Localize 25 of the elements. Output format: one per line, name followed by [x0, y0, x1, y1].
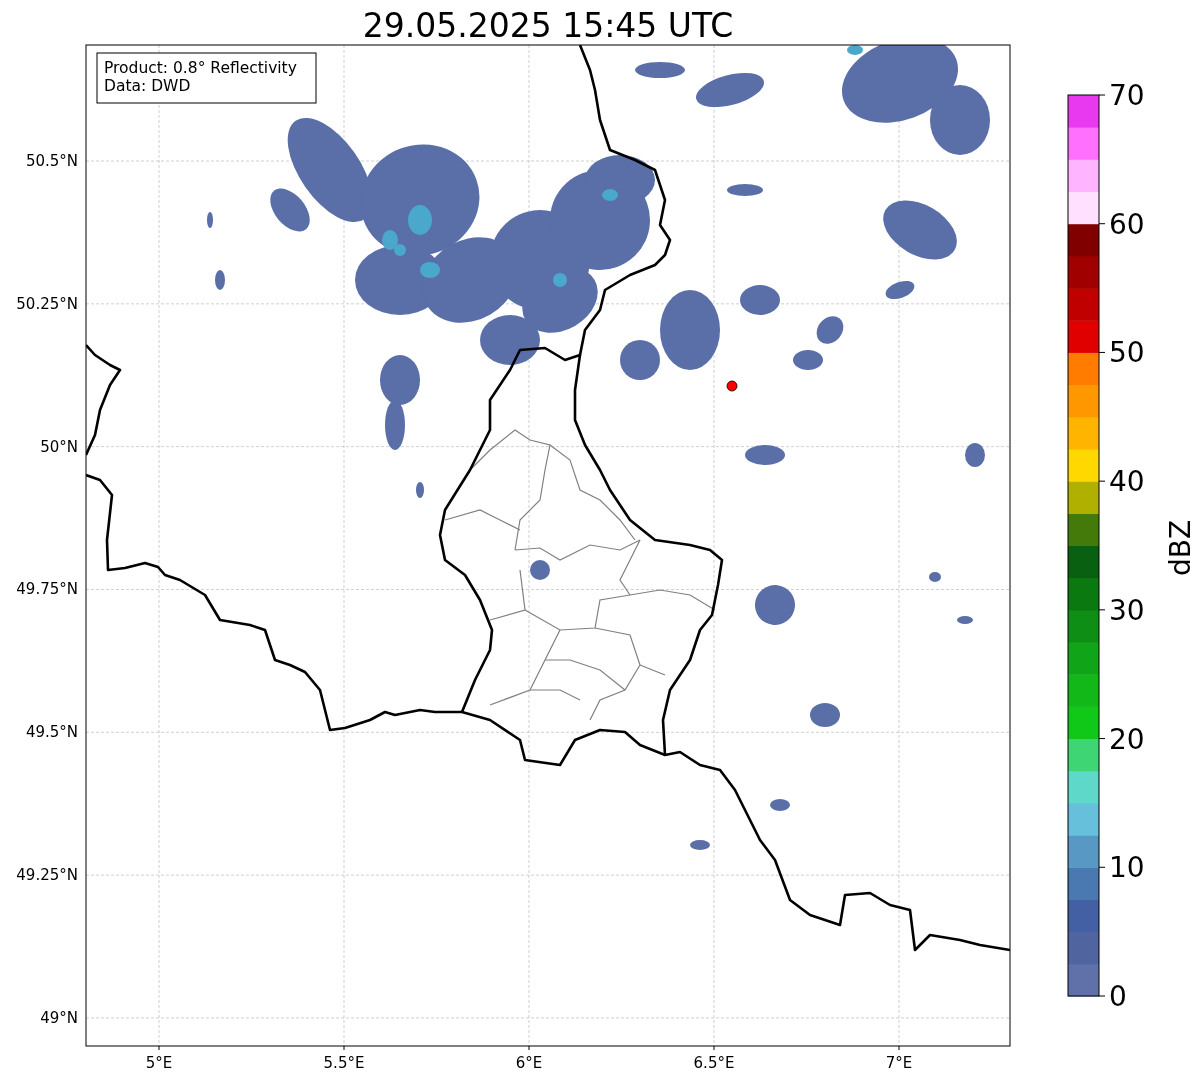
colorbar-tick-label: 0: [1109, 980, 1127, 1013]
colorbar-tick-label: 50: [1109, 336, 1145, 370]
figure-title: 29.05.2025 15:45 UTC: [362, 6, 734, 45]
info-text: Data: DWD: [104, 77, 191, 95]
y-tick-label: 49.75°N: [16, 580, 78, 599]
y-tick-label: 49.25°N: [16, 866, 78, 885]
x-tick-label: 5.5°E: [323, 1054, 365, 1072]
x-tick-label: 6°E: [515, 1054, 543, 1072]
x-tick-label: 5°E: [145, 1054, 173, 1072]
colorbar-tick-label: 40: [1109, 465, 1145, 499]
info-text: Product: 0.8° Reflectivity: [104, 59, 297, 77]
marker-dot: [726, 380, 738, 392]
y-tick-label: 50.25°N: [16, 294, 78, 313]
y-tick-label: 50.5°N: [25, 152, 78, 170]
colorbar-tick-label: 60: [1109, 207, 1145, 241]
colorbar-label: dBZ: [1164, 519, 1197, 577]
x-tick-label: 7°E: [885, 1054, 913, 1072]
x-tick-label: 6.5°E: [693, 1054, 735, 1072]
y-tick-label: 50°N: [40, 437, 78, 456]
colorbar-tick-label: 10: [1109, 851, 1145, 885]
colorbar-tick-label: 30: [1109, 593, 1145, 627]
colorbar-tick-label: 70: [1109, 79, 1145, 112]
y-tick-label: 49°N: [40, 1008, 78, 1027]
colorbar-tick-label: 20: [1109, 722, 1145, 756]
y-tick-label: 49.5°N: [25, 723, 78, 742]
